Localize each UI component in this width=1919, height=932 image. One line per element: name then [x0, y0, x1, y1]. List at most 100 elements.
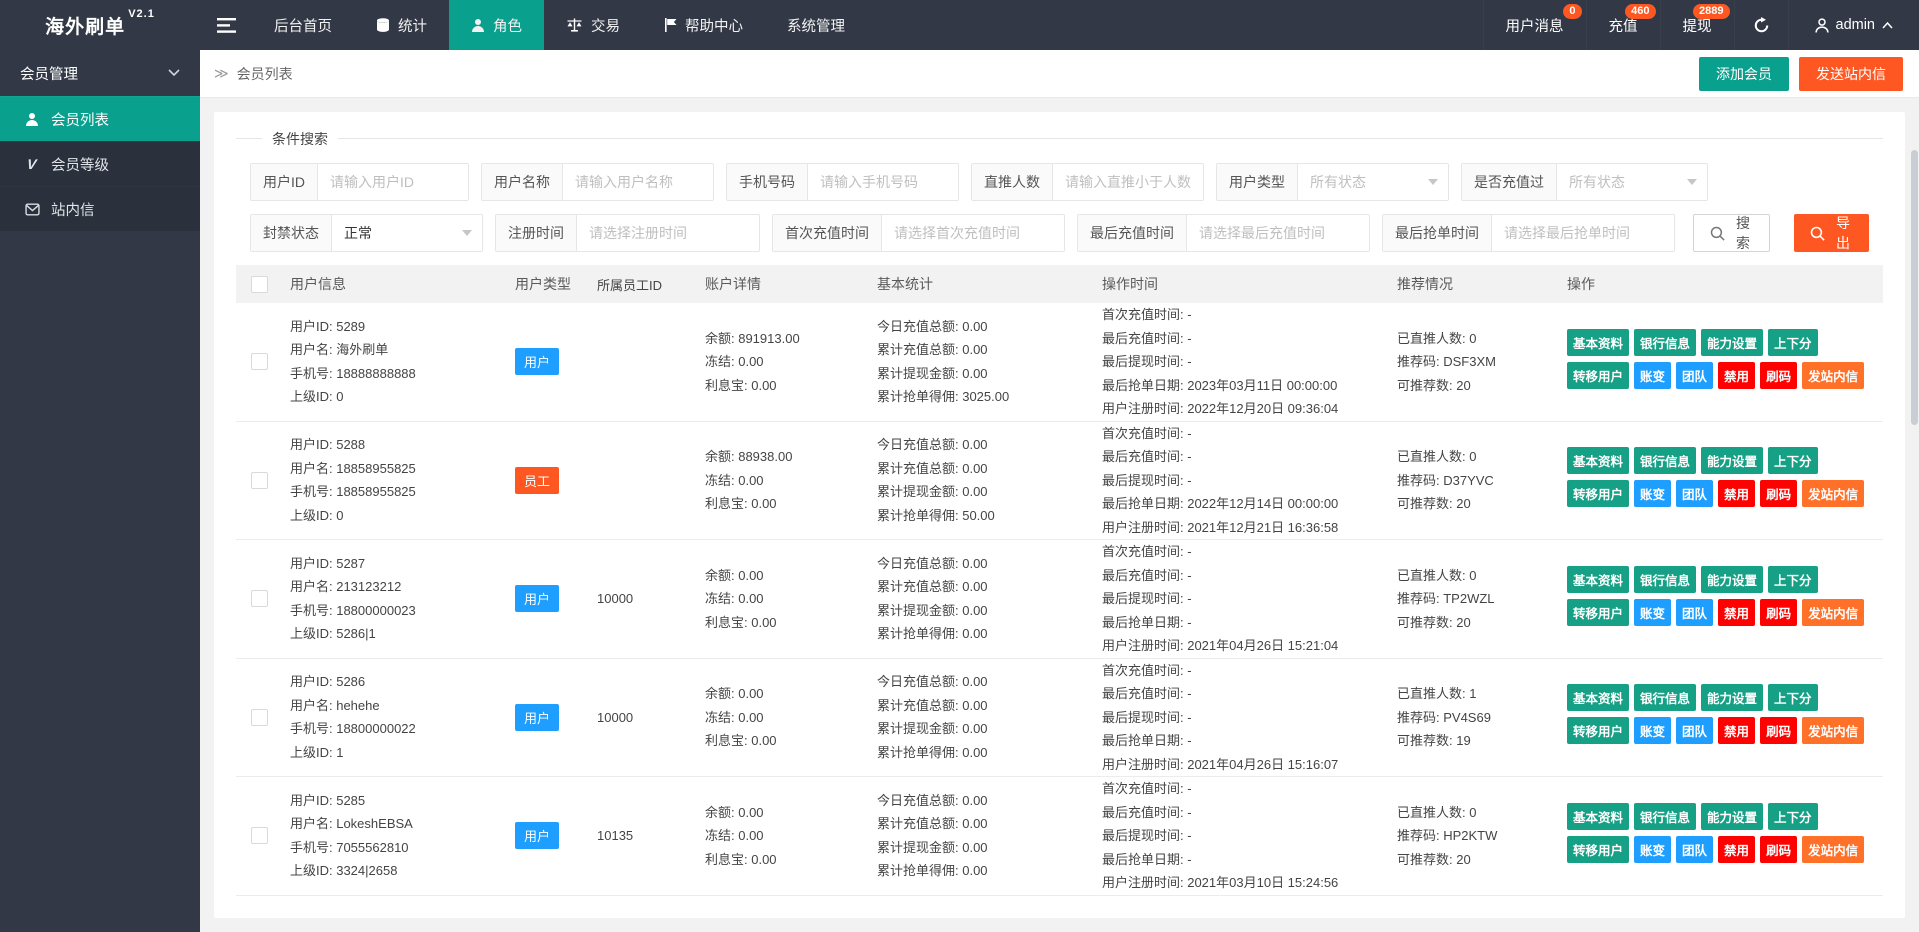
account-change-button[interactable]: 账变: [1634, 717, 1671, 744]
last-order-time-picker[interactable]: 最后抢单时间请选择最后抢单时间: [1382, 214, 1675, 252]
team-button[interactable]: 团队: [1676, 362, 1713, 389]
updown-score-button[interactable]: 上下分: [1768, 684, 1818, 711]
refresh-button[interactable]: [1734, 0, 1788, 50]
transfer-user-button[interactable]: 转移用户: [1567, 362, 1629, 389]
last-recharge-time-picker[interactable]: 最后充值时间请选择最后充值时间: [1077, 214, 1370, 252]
register-time-picker-value[interactable]: 请选择注册时间: [577, 215, 759, 251]
updown-score-button[interactable]: 上下分: [1768, 566, 1818, 593]
user-type-select[interactable]: 用户类型所有状态: [1216, 163, 1449, 201]
account-change-button[interactable]: 账变: [1634, 599, 1671, 626]
row-checkbox[interactable]: [251, 709, 268, 726]
register-time-picker[interactable]: 注册时间请选择注册时间: [495, 214, 760, 252]
brush-code-button[interactable]: 刷码: [1760, 362, 1797, 389]
disable-button[interactable]: 禁用: [1718, 480, 1755, 507]
nav-role[interactable]: 角色: [449, 0, 544, 50]
profile-button[interactable]: 基本资料: [1567, 329, 1629, 356]
account-change-button[interactable]: 账变: [1634, 480, 1671, 507]
disable-button[interactable]: 禁用: [1718, 836, 1755, 863]
profile-button[interactable]: 基本资料: [1567, 684, 1629, 711]
bank-info-button[interactable]: 银行信息: [1634, 803, 1696, 830]
updown-score-button[interactable]: 上下分: [1768, 803, 1818, 830]
user-name-filter-value[interactable]: 请输入用户名称: [563, 164, 713, 200]
ban-status-select[interactable]: 封禁状态正常: [250, 214, 483, 252]
transfer-user-button[interactable]: 转移用户: [1567, 717, 1629, 744]
last-recharge-time-picker-value[interactable]: 请选择最后充值时间: [1187, 215, 1369, 251]
nav-help[interactable]: 帮助中心: [642, 0, 765, 50]
nav-stats[interactable]: 统计: [354, 0, 449, 50]
search-button[interactable]: 搜 索: [1693, 214, 1770, 252]
first-recharge-time-picker[interactable]: 首次充值时间请选择首次充值时间: [772, 214, 1065, 252]
ability-settings-button[interactable]: 能力设置: [1701, 447, 1763, 474]
team-button[interactable]: 团队: [1676, 836, 1713, 863]
send-inbox-button[interactable]: 发站内信: [1802, 362, 1864, 389]
disable-button[interactable]: 禁用: [1718, 599, 1755, 626]
row-checkbox[interactable]: [251, 472, 268, 489]
user-menu[interactable]: admin: [1788, 0, 1919, 50]
ability-settings-button[interactable]: 能力设置: [1701, 684, 1763, 711]
send-inbox-button[interactable]: 发站内信: [1802, 480, 1864, 507]
disable-button[interactable]: 禁用: [1718, 717, 1755, 744]
sidebar-group-member-management[interactable]: 会员管理: [0, 50, 200, 96]
bank-info-button[interactable]: 银行信息: [1634, 447, 1696, 474]
app-logo[interactable]: 海外刷单 V2.1: [0, 0, 200, 50]
brush-code-button[interactable]: 刷码: [1760, 599, 1797, 626]
scrollbar[interactable]: [1911, 150, 1918, 425]
bank-info-button[interactable]: 银行信息: [1634, 329, 1696, 356]
transfer-user-button[interactable]: 转移用户: [1567, 480, 1629, 507]
send-message-button[interactable]: 发送站内信: [1799, 57, 1903, 91]
sidebar-item-member-level[interactable]: V会员等级: [0, 141, 200, 186]
nav-trade[interactable]: 交易: [544, 0, 642, 50]
withdraw-button[interactable]: 提现2889: [1660, 0, 1734, 50]
brush-code-button[interactable]: 刷码: [1760, 480, 1797, 507]
row-checkbox[interactable]: [251, 827, 268, 844]
send-inbox-button[interactable]: 发站内信: [1802, 836, 1864, 863]
transfer-user-button[interactable]: 转移用户: [1567, 836, 1629, 863]
account-change-button[interactable]: 账变: [1634, 836, 1671, 863]
user-name-filter[interactable]: 用户名称请输入用户名称: [481, 163, 714, 201]
team-button[interactable]: 团队: [1676, 480, 1713, 507]
profile-button[interactable]: 基本资料: [1567, 447, 1629, 474]
profile-button[interactable]: 基本资料: [1567, 566, 1629, 593]
ability-settings-button[interactable]: 能力设置: [1701, 803, 1763, 830]
ability-settings-button[interactable]: 能力设置: [1701, 566, 1763, 593]
profile-button[interactable]: 基本资料: [1567, 803, 1629, 830]
user-id-filter-value[interactable]: 请输入用户ID: [318, 164, 468, 200]
team-button[interactable]: 团队: [1676, 717, 1713, 744]
disable-button[interactable]: 禁用: [1718, 362, 1755, 389]
phone-filter[interactable]: 手机号码请输入手机号码: [726, 163, 959, 201]
select-all-checkbox[interactable]: [251, 276, 268, 293]
sidebar-item-site-message[interactable]: 站内信: [0, 186, 200, 231]
transfer-user-button[interactable]: 转移用户: [1567, 599, 1629, 626]
account-change-button[interactable]: 账变: [1634, 362, 1671, 389]
last-order-time-picker-value[interactable]: 请选择最后抢单时间: [1492, 215, 1674, 251]
user-type-select-value[interactable]: 所有状态: [1298, 164, 1448, 200]
nav-system[interactable]: 系统管理: [765, 0, 867, 50]
brush-code-button[interactable]: 刷码: [1760, 836, 1797, 863]
recharge-button[interactable]: 充值460: [1586, 0, 1660, 50]
send-inbox-button[interactable]: 发站内信: [1802, 599, 1864, 626]
ability-settings-button[interactable]: 能力设置: [1701, 329, 1763, 356]
row-checkbox[interactable]: [251, 353, 268, 370]
nav-dashboard[interactable]: 后台首页: [252, 0, 354, 50]
first-recharge-time-picker-value[interactable]: 请选择首次充值时间: [882, 215, 1064, 251]
recharged-select-value[interactable]: 所有状态: [1557, 164, 1707, 200]
user-messages-button[interactable]: 用户消息0: [1483, 0, 1586, 50]
team-button[interactable]: 团队: [1676, 599, 1713, 626]
user-id-filter[interactable]: 用户ID请输入用户ID: [250, 163, 469, 201]
recharged-select[interactable]: 是否充值过所有状态: [1461, 163, 1708, 201]
sidebar-item-member-list[interactable]: 会员列表: [0, 96, 200, 141]
brush-code-button[interactable]: 刷码: [1760, 717, 1797, 744]
bank-info-button[interactable]: 银行信息: [1634, 684, 1696, 711]
bank-info-button[interactable]: 银行信息: [1634, 566, 1696, 593]
phone-filter-value[interactable]: 请输入手机号码: [808, 164, 958, 200]
updown-score-button[interactable]: 上下分: [1768, 329, 1818, 356]
row-checkbox[interactable]: [251, 590, 268, 607]
ban-status-select-value[interactable]: 正常: [332, 215, 482, 251]
direct-count-filter-value[interactable]: 请输入直推小于人数: [1053, 164, 1203, 200]
hamburger-icon[interactable]: [200, 0, 252, 50]
add-member-button[interactable]: 添加会员: [1699, 57, 1789, 91]
send-inbox-button[interactable]: 发站内信: [1802, 717, 1864, 744]
export-button[interactable]: 导 出: [1794, 214, 1869, 252]
direct-count-filter[interactable]: 直推人数请输入直推小于人数: [971, 163, 1204, 201]
updown-score-button[interactable]: 上下分: [1768, 447, 1818, 474]
